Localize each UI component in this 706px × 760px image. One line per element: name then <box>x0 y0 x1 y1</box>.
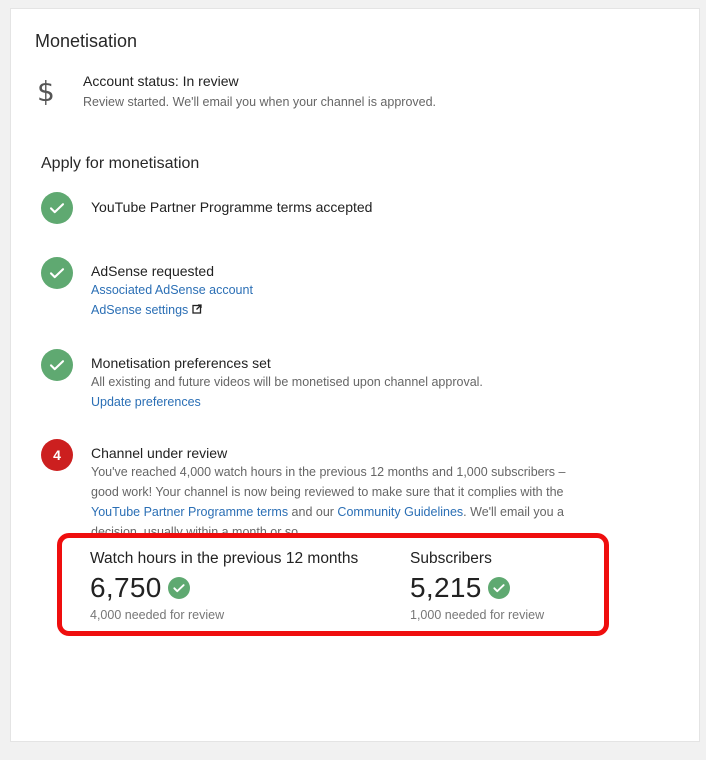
step-number-badge: 4 <box>41 439 73 471</box>
step-description: You've reached 4,000 watch hours in the … <box>91 462 571 542</box>
description-text: You've reached 4,000 watch hours in the … <box>91 465 566 499</box>
subscribers-stat: Subscribers 5,215 1,000 needed for revie… <box>410 550 544 622</box>
stats-highlight-box: Watch hours in the previous 12 months 6,… <box>57 533 609 636</box>
watch-hours-value: 6,750 <box>90 572 162 603</box>
account-status-subtext: Review started. We'll email you when you… <box>83 95 437 109</box>
check-icon <box>41 257 73 289</box>
associated-adsense-account-link[interactable]: Associated AdSense account <box>91 280 253 300</box>
watch-hours-requirement: 4,000 needed for review <box>90 608 225 622</box>
check-icon <box>41 349 73 381</box>
external-link-icon <box>192 301 202 319</box>
partner-programme-terms-link[interactable]: YouTube Partner Programme terms <box>91 505 288 519</box>
description-text: and our <box>288 505 338 519</box>
subscribers-label: Subscribers <box>410 550 492 567</box>
step-title: YouTube Partner Programme terms accepted <box>91 199 373 215</box>
check-icon <box>167 577 190 599</box>
step-title: Monetisation preferences set <box>91 355 271 371</box>
watch-hours-label: Watch hours in the previous 12 months <box>90 550 359 567</box>
adsense-settings-link[interactable]: AdSense settings <box>91 300 188 320</box>
subscribers-requirement: 1,000 needed for review <box>410 608 545 622</box>
step-description: All existing and future videos will be m… <box>91 375 483 389</box>
page-title: Monetisation <box>35 31 138 51</box>
check-icon <box>41 192 73 224</box>
subscribers-value: 5,215 <box>410 572 482 603</box>
step-title: AdSense requested <box>91 263 214 279</box>
community-guidelines-link[interactable]: Community Guidelines <box>337 505 463 519</box>
dollar-icon: $ <box>37 75 55 108</box>
account-status: Account status: In review <box>83 73 239 89</box>
check-icon <box>487 577 510 599</box>
watch-hours-stat: Watch hours in the previous 12 months 6,… <box>90 550 358 622</box>
apply-section-title: Apply for monetisation <box>41 155 200 172</box>
update-preferences-link[interactable]: Update preferences <box>91 392 201 412</box>
step-title: Channel under review <box>91 445 228 461</box>
